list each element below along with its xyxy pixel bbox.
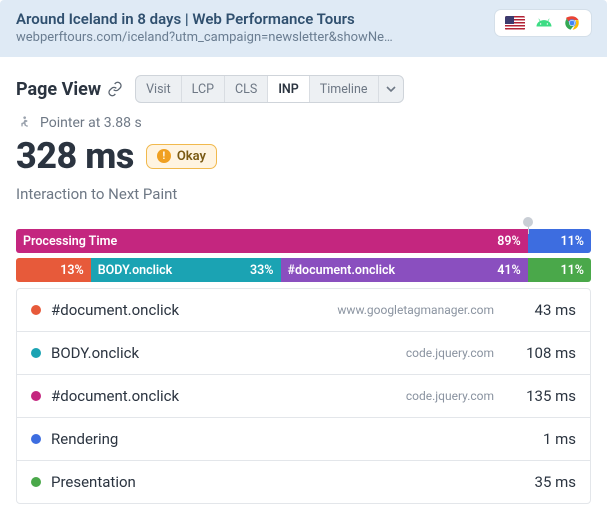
bar-segment[interactable]: 13% <box>16 258 91 282</box>
metric-value: 328 ms <box>16 135 134 177</box>
row-duration: 35 ms <box>504 473 576 491</box>
section-title-text: Page View <box>16 79 101 100</box>
tab-dropdown[interactable] <box>379 76 403 102</box>
bar-segment[interactable]: 11% <box>528 229 591 253</box>
chevron-down-icon <box>386 84 396 94</box>
page-url[interactable]: webperftours.com/iceland?utm_campaign=ne… <box>16 30 483 45</box>
tab-group: VisitLCPCLSINPTimeline <box>135 75 403 103</box>
android-icon <box>535 14 553 32</box>
table-row[interactable]: BODY.onclick code.jquery.com 108 ms <box>17 332 590 375</box>
breakdown-bars: Processing Time89%11% 13%BODY.onclick33%… <box>16 229 591 282</box>
tab-cls[interactable]: CLS <box>225 76 268 102</box>
row-name: #document.onclick <box>51 387 179 405</box>
color-dot <box>31 348 41 358</box>
row-source: code.jquery.com <box>406 346 494 360</box>
table-row[interactable]: Presentation 35 ms <box>17 461 590 503</box>
row-source: code.jquery.com <box>406 389 494 403</box>
subheader: Page View VisitLCPCLSINPTimeline <box>0 57 607 109</box>
page-title[interactable]: Around Iceland in 8 days | Web Performan… <box>16 10 483 28</box>
bar-segment[interactable]: #document.onclick41% <box>281 258 528 282</box>
tab-timeline[interactable]: Timeline <box>310 76 379 102</box>
row-name: #document.onclick <box>51 301 179 319</box>
warning-icon: ! <box>157 149 171 163</box>
color-dot <box>31 391 41 401</box>
row-duration: 135 ms <box>504 387 576 405</box>
color-dot <box>31 434 41 444</box>
bar-segment[interactable]: Processing Time89% <box>16 229 528 253</box>
color-dot <box>31 305 41 315</box>
chrome-icon <box>563 14 581 32</box>
env-badges <box>495 10 591 36</box>
status-text: Okay <box>177 149 206 164</box>
pointer-icon <box>16 115 32 131</box>
table-row[interactable]: Rendering 1 ms <box>17 418 590 461</box>
color-dot <box>31 477 41 487</box>
table-row[interactable]: #document.onclick www.googletagmanager.co… <box>17 289 590 332</box>
tab-visit[interactable]: Visit <box>136 76 182 102</box>
row-source: www.googletagmanager.com <box>337 303 494 317</box>
link-icon <box>107 81 123 97</box>
metric-name: Interaction to Next Paint <box>16 185 591 203</box>
row-duration: 43 ms <box>504 301 576 319</box>
row-name: Rendering <box>51 430 118 448</box>
row-name: Presentation <box>51 473 136 491</box>
breakdown-table: #document.onclick www.googletagmanager.co… <box>16 288 591 504</box>
time-marker[interactable] <box>523 217 533 227</box>
tab-lcp[interactable]: LCP <box>182 76 225 102</box>
section-title[interactable]: Page View <box>16 79 123 100</box>
bar-segment[interactable]: BODY.onclick33% <box>91 258 281 282</box>
status-badge: ! Okay <box>146 144 217 169</box>
bar-handlers[interactable]: 13%BODY.onclick33%#document.onclick41%11… <box>16 258 591 282</box>
page-header: Around Iceland in 8 days | Web Performan… <box>0 0 607 57</box>
row-duration: 1 ms <box>504 430 576 448</box>
bar-segment[interactable]: 11% <box>528 258 591 282</box>
row-name: BODY.onclick <box>51 344 139 362</box>
table-row[interactable]: #document.onclick code.jquery.com 135 ms <box>17 375 590 418</box>
pointer-label: Pointer at 3.88 s <box>40 115 142 131</box>
bar-processing[interactable]: Processing Time89%11% <box>16 229 591 253</box>
pointer-row: Pointer at 3.88 s <box>16 115 591 131</box>
tab-inp[interactable]: INP <box>268 76 309 102</box>
row-duration: 108 ms <box>504 344 576 362</box>
metric-value-row: 328 ms ! Okay <box>16 135 591 177</box>
header-left: Around Iceland in 8 days | Web Performan… <box>16 10 483 45</box>
content: Pointer at 3.88 s 328 ms ! Okay Interact… <box>0 109 607 520</box>
us-flag-icon <box>505 16 525 30</box>
